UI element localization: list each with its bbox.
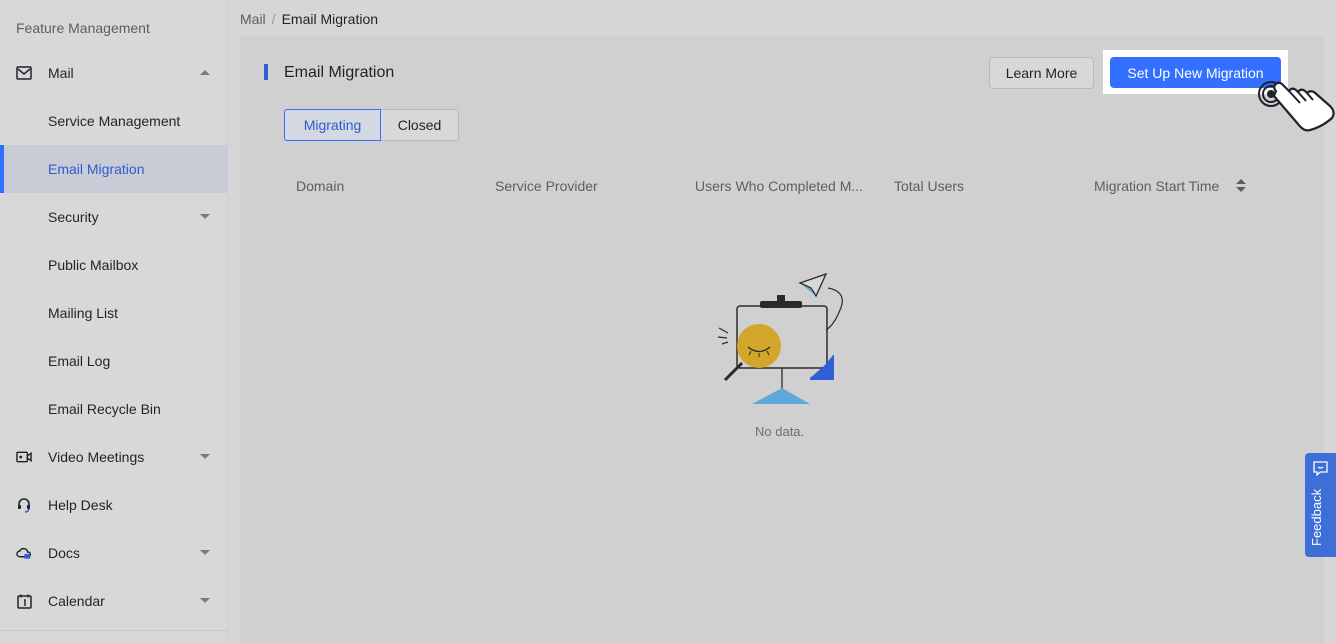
sidebar-item-email-log[interactable]: Email Log bbox=[0, 337, 228, 385]
empty-state-illustration bbox=[717, 272, 843, 404]
page-title: Email Migration bbox=[284, 64, 395, 81]
sidebar-item-public-mailbox[interactable]: Public Mailbox bbox=[0, 241, 228, 289]
column-header-users-completed: Users Who Completed M... bbox=[695, 178, 864, 194]
sidebar-item-help-desk[interactable]: Help Desk bbox=[0, 481, 228, 529]
chevron-up-icon bbox=[200, 70, 210, 75]
sidebar-item-label: Email Log bbox=[48, 353, 111, 369]
sidebar-item-label: Video Meetings bbox=[48, 449, 145, 465]
sidebar-item-video-meetings[interactable]: Video Meetings bbox=[0, 433, 228, 481]
sidebar-item-label: Mail bbox=[48, 65, 74, 81]
status-tabs: Migrating Closed bbox=[284, 109, 459, 141]
empty-state-text: No data. bbox=[755, 424, 805, 439]
sidebar-item-label: Email Recycle Bin bbox=[48, 401, 161, 417]
sidebar-title: Feature Management bbox=[16, 20, 150, 36]
column-header-domain: Domain bbox=[296, 178, 345, 194]
breadcrumb: Mail / Email Migration bbox=[240, 11, 378, 27]
sidebar-item-calendar[interactable]: Calendar bbox=[0, 577, 228, 625]
breadcrumb-current: Email Migration bbox=[281, 11, 379, 27]
sidebar-item-label: Email Migration bbox=[48, 161, 145, 177]
divider bbox=[0, 630, 228, 631]
mail-icon bbox=[16, 65, 32, 81]
sidebar: Feature Management Mail Service Manageme… bbox=[0, 0, 228, 643]
sidebar-item-label: Mailing List bbox=[48, 305, 119, 321]
learn-more-button[interactable]: Learn More bbox=[989, 57, 1094, 89]
chevron-down-icon bbox=[200, 214, 210, 219]
tab-closed[interactable]: Closed bbox=[381, 109, 459, 141]
column-header-service-provider: Service Provider bbox=[495, 178, 598, 194]
sort-icon[interactable] bbox=[1236, 178, 1246, 194]
breadcrumb-separator: / bbox=[271, 11, 276, 27]
sidebar-item-security[interactable]: Security bbox=[0, 193, 228, 241]
column-header-total-users: Total Users bbox=[894, 178, 965, 194]
sidebar-item-email-migration[interactable]: Email Migration bbox=[0, 145, 228, 193]
table-header: Domain Service Provider Users Who Comple… bbox=[284, 168, 1284, 204]
sidebar-item-label: Public Mailbox bbox=[48, 257, 139, 273]
sidebar-item-label: Service Management bbox=[48, 113, 181, 129]
sidebar-item-docs[interactable]: Docs bbox=[0, 529, 228, 577]
video-icon bbox=[16, 449, 32, 465]
sidebar-item-label: Security bbox=[48, 209, 99, 225]
chevron-down-icon bbox=[200, 598, 210, 603]
sidebar-item-email-recycle-bin[interactable]: Email Recycle Bin bbox=[0, 385, 228, 433]
column-header-migration-start-time[interactable]: Migration Start Time bbox=[1094, 178, 1219, 194]
sidebar-item-label: Docs bbox=[48, 545, 80, 561]
feedback-icon bbox=[1313, 461, 1328, 476]
tab-migrating[interactable]: Migrating bbox=[284, 109, 381, 141]
feedback-label: Feedback bbox=[1309, 488, 1324, 546]
sidebar-item-mailing-list[interactable]: Mailing List bbox=[0, 289, 228, 337]
title-accent-bar bbox=[264, 64, 268, 80]
breadcrumb-parent[interactable]: Mail bbox=[240, 11, 266, 27]
chevron-down-icon bbox=[200, 454, 210, 459]
chevron-down-icon bbox=[200, 550, 210, 555]
sidebar-item-mail[interactable]: Mail bbox=[0, 49, 228, 97]
sidebar-item-label: Help Desk bbox=[48, 497, 113, 513]
calendar-icon bbox=[16, 593, 32, 609]
sidebar-item-label: Calendar bbox=[48, 593, 105, 609]
cloud-doc-icon bbox=[16, 545, 32, 561]
headset-icon bbox=[16, 497, 32, 513]
pointer-hand-icon bbox=[1258, 81, 1335, 132]
sidebar-item-service-management[interactable]: Service Management bbox=[0, 97, 228, 145]
